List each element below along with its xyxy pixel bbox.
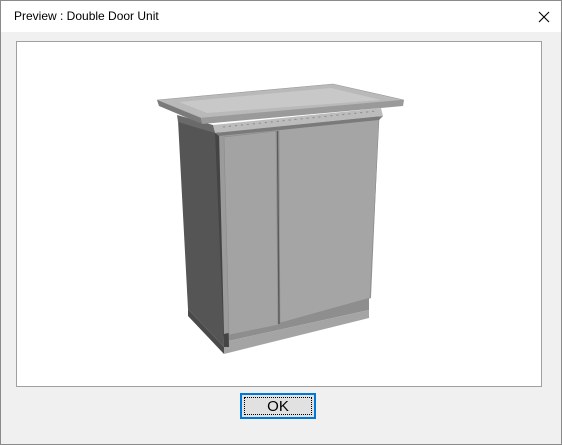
title-bar[interactable]: Preview : Double Door Unit: [1, 1, 561, 32]
double-door-unit-render: [156, 83, 405, 354]
left-door: [223, 130, 279, 336]
model-preview-viewport[interactable]: [16, 41, 542, 387]
close-button[interactable]: [527, 1, 561, 32]
close-icon: [538, 11, 550, 22]
right-door: [278, 118, 380, 324]
ok-button[interactable]: OK: [240, 393, 316, 419]
preview-dialog: Preview : Double Door Unit OK: [0, 0, 562, 445]
window-title: Preview : Double Door Unit: [14, 9, 159, 23]
